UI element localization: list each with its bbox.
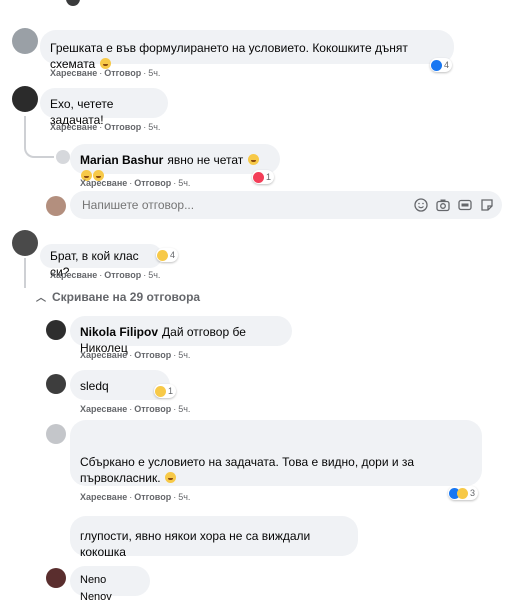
reply-link[interactable]: Отговор bbox=[104, 68, 141, 78]
haha-reaction-icon bbox=[155, 385, 166, 397]
reaction-count: 4 bbox=[170, 250, 176, 260]
reaction-count: 1 bbox=[266, 172, 272, 182]
reaction-summary[interactable]: 4 bbox=[430, 58, 453, 72]
comment-actions: Харесване · Отговор · 5ч. bbox=[80, 178, 191, 188]
reaction-summary[interactable]: 1 bbox=[154, 384, 177, 398]
like-link[interactable]: Харесване bbox=[50, 122, 97, 132]
reply-link[interactable]: Отговор bbox=[134, 492, 171, 502]
gif-icon[interactable] bbox=[458, 198, 472, 212]
comment-actions: Харесване · Отговор · 5ч. bbox=[80, 492, 191, 502]
timestamp[interactable]: 5ч. bbox=[178, 404, 190, 414]
reply-link[interactable]: Отговор bbox=[134, 350, 171, 360]
grinning-emoji-icon bbox=[164, 472, 176, 483]
comment-actions: Харесване · Отговор · 5ч. bbox=[50, 270, 161, 280]
thread-line bbox=[24, 258, 26, 288]
reaction-summary[interactable]: 3 bbox=[448, 486, 479, 500]
thread-line bbox=[24, 146, 54, 158]
avatar[interactable] bbox=[46, 424, 66, 444]
avatar[interactable] bbox=[12, 86, 38, 112]
chevron-up-icon: ︿ bbox=[36, 293, 46, 304]
haha-reaction-icon bbox=[157, 249, 168, 261]
reply-composer[interactable] bbox=[70, 191, 502, 219]
reaction-count: 1 bbox=[168, 386, 174, 396]
camera-icon[interactable] bbox=[436, 198, 450, 212]
timestamp[interactable]: 5ч. bbox=[148, 122, 160, 132]
comment-text: глупости, явно някои хора не са виждали … bbox=[80, 529, 311, 559]
comment-bubble: Nikola Filipov Дай отговор бе Николец bbox=[70, 316, 292, 355]
comment-author[interactable]: Neno Nenov bbox=[80, 574, 112, 603]
timestamp[interactable]: 5ч. bbox=[178, 492, 190, 502]
current-user-avatar[interactable] bbox=[46, 196, 66, 216]
toggle-label: Скриване на 29 отговора bbox=[52, 290, 201, 304]
comment-actions: Харесване · Отговор · 5ч. bbox=[80, 404, 191, 414]
comment-bubble: Сбъркано е условието на задачата. Това е… bbox=[70, 420, 482, 486]
like-link[interactable]: Харесване bbox=[80, 350, 127, 360]
like-link[interactable]: Харесване bbox=[80, 492, 127, 502]
heart-reaction-icon bbox=[253, 171, 264, 183]
comment-bubble: Ехо, четете задачата! bbox=[40, 88, 168, 127]
avatar[interactable] bbox=[46, 374, 66, 394]
like-link[interactable]: Харесване bbox=[80, 178, 127, 188]
comment-text: sledq bbox=[80, 379, 109, 393]
comment-bubble: Брат, в кой клас си? bbox=[40, 244, 162, 279]
like-link[interactable]: Харесване bbox=[50, 270, 97, 280]
comment-bubble: Neno Nenov bbox=[70, 566, 150, 603]
comment-bubble: Marian Bashur явно не четат bbox=[70, 144, 280, 181]
avatar[interactable] bbox=[46, 568, 66, 588]
reply-link[interactable]: Отговор bbox=[104, 270, 141, 280]
comment-bubble: Грешката е във формулирането на условиет… bbox=[40, 30, 454, 71]
avatar[interactable] bbox=[66, 0, 80, 6]
reply-input[interactable] bbox=[80, 197, 384, 213]
sticker-icon[interactable] bbox=[480, 198, 494, 212]
avatar[interactable] bbox=[12, 28, 38, 54]
like-link[interactable]: Харесване bbox=[50, 68, 97, 78]
reply-link[interactable]: Отговор bbox=[134, 178, 171, 188]
laughing-emoji-icon bbox=[247, 154, 259, 165]
like-link[interactable]: Харесване bbox=[80, 404, 127, 414]
timestamp[interactable]: 5ч. bbox=[148, 68, 160, 78]
comment-bubble: глупости, явно някои хора не са виждали … bbox=[70, 516, 358, 559]
reaction-count: 4 bbox=[444, 60, 450, 70]
comment-actions: Харесване · Отговор · 5ч. bbox=[50, 122, 161, 132]
reply-link[interactable]: Отговор bbox=[104, 122, 141, 132]
comment-text: явно не четат bbox=[167, 153, 244, 167]
timestamp[interactable]: 5ч. bbox=[148, 270, 160, 280]
thread-line bbox=[24, 116, 26, 146]
timestamp[interactable]: 5ч. bbox=[178, 178, 190, 188]
haha-reaction-icon bbox=[457, 487, 468, 499]
hide-replies-toggle[interactable]: ︿ Скриване на 29 отговора bbox=[36, 289, 200, 304]
comment-text: Сбъркано е условието на задачата. Това е… bbox=[80, 455, 415, 485]
timestamp[interactable]: 5ч. bbox=[178, 350, 190, 360]
avatar[interactable] bbox=[56, 150, 70, 164]
comment-author[interactable]: Marian Bashur bbox=[80, 153, 163, 167]
comment-actions: Харесване · Отговор · 5ч. bbox=[80, 350, 191, 360]
like-reaction-icon bbox=[431, 59, 442, 71]
reaction-summary[interactable]: 1 bbox=[252, 170, 275, 184]
comment-actions: Харесване · Отговор · 5ч. bbox=[50, 68, 161, 78]
reply-link[interactable]: Отговор bbox=[134, 404, 171, 414]
reaction-count: 3 bbox=[470, 488, 476, 498]
emoji-icon[interactable] bbox=[414, 198, 428, 212]
reaction-summary[interactable]: 4 bbox=[156, 248, 179, 262]
comment-author[interactable]: Nikola Filipov bbox=[80, 325, 158, 339]
avatar[interactable] bbox=[12, 230, 38, 256]
avatar[interactable] bbox=[46, 320, 66, 340]
